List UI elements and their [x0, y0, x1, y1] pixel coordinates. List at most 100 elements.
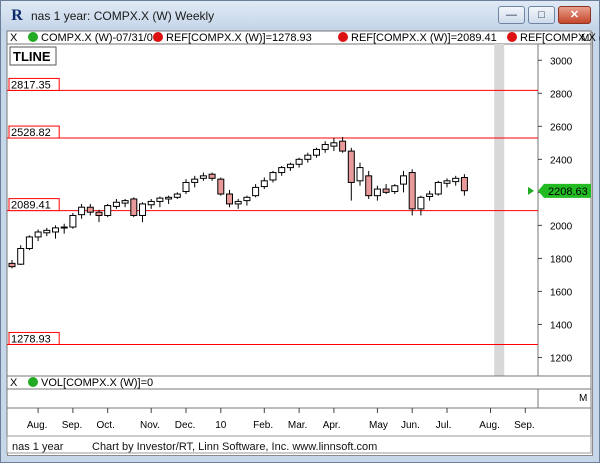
- x-tick-label: Aug.: [479, 420, 500, 431]
- volume-label: VOL[COMPX.X (W)]=0: [41, 377, 153, 389]
- footer-chart-name: nas 1 year: [12, 441, 64, 453]
- ref1-dot-icon: [153, 32, 163, 42]
- volume-close-icon[interactable]: X: [10, 377, 18, 389]
- candle-body: [260, 180, 268, 188]
- price-scale-mode[interactable]: M: [581, 33, 589, 44]
- candle-body: [173, 193, 181, 198]
- candle-body: [373, 188, 381, 197]
- reference-label: 2089.41: [11, 200, 51, 212]
- application-window: R nas 1 year: COMPX.X (W) Weekly — □ ✕ X…: [0, 0, 600, 463]
- candle-body: [313, 148, 320, 156]
- x-tick-label: Jul.: [436, 420, 452, 431]
- x-tick-label: Oct.: [97, 420, 115, 431]
- reference-label: 1278.93: [11, 333, 51, 345]
- price-pane[interactable]: [6, 43, 539, 377]
- y-tick-label: 2600: [550, 122, 573, 133]
- x-tick-label: May: [369, 420, 388, 431]
- x-tick-label: Dec.: [175, 420, 196, 431]
- candle-body: [286, 163, 294, 169]
- candle-body: [17, 248, 25, 265]
- candle-body: [78, 206, 86, 216]
- footer-credit: Chart by Investor/RT, Linn Software, Inc…: [92, 441, 378, 453]
- candle-body: [86, 206, 94, 213]
- header-close-icon[interactable]: X: [10, 32, 18, 44]
- y-tick-label: 2800: [550, 89, 573, 100]
- candle-body: [156, 197, 164, 202]
- current-price-value: 2208.63: [548, 186, 588, 198]
- x-tick-label: Apr.: [323, 420, 341, 431]
- x-tick-label: Feb.: [253, 420, 273, 431]
- candle-body: [452, 177, 460, 183]
- symbol-label: COMPX.X (W)-07/31/09: [41, 32, 159, 44]
- candle-body: [147, 200, 155, 206]
- reference-label: 2528.82: [11, 127, 51, 139]
- candle-body: [199, 175, 207, 179]
- candle-body: [8, 262, 16, 268]
- candle-body: [417, 196, 425, 210]
- candle-body: [269, 172, 277, 181]
- candle-body: [356, 167, 364, 182]
- candle-body: [95, 211, 103, 216]
- candle-body: [165, 196, 173, 200]
- candle-body: [330, 142, 338, 147]
- candle-body: [382, 188, 390, 193]
- candle-body: [52, 227, 59, 233]
- x-tick-label: Sep.: [62, 420, 83, 431]
- candle-body: [104, 205, 112, 216]
- ref2-label: REF[COMPX.X (W)]=2089.41: [351, 32, 497, 44]
- candle-body: [434, 181, 442, 195]
- candle-body: [365, 175, 373, 197]
- candle-body: [339, 140, 347, 152]
- candle-body: [408, 172, 416, 210]
- volume-scale-mode[interactable]: M: [579, 393, 587, 404]
- volume-dot-icon: [28, 377, 38, 387]
- y-tick-label: 1400: [550, 320, 573, 331]
- candle-body: [278, 167, 286, 174]
- candle-body: [295, 158, 303, 165]
- tline-label: TLINE: [13, 49, 51, 64]
- candle-body: [347, 150, 355, 183]
- x-tick-label: Mar.: [288, 420, 307, 431]
- x-tick-label: 10: [215, 420, 227, 431]
- candle-body: [321, 143, 329, 150]
- y-tick-label: 1600: [550, 287, 573, 298]
- candle-body: [139, 203, 146, 216]
- x-tick-label: Jun.: [401, 420, 420, 431]
- candle-body: [130, 198, 138, 216]
- ref2-dot-icon: [338, 32, 348, 42]
- ref3-dot-icon: [507, 32, 517, 42]
- chart-canvas[interactable]: X COMPX.X (W)-07/31/09 REF[COMPX.X (W)]=…: [0, 0, 600, 463]
- candle-body: [217, 178, 225, 195]
- candle-body: [182, 181, 190, 193]
- candle-body: [391, 185, 399, 193]
- candle-body: [112, 201, 120, 207]
- candle-body: [34, 231, 42, 238]
- x-tick-label: Nov.: [140, 420, 160, 431]
- candle-body: [234, 200, 242, 205]
- current-bar-highlight: [494, 44, 505, 376]
- candle-body: [191, 178, 199, 183]
- candle-body: [400, 175, 407, 185]
- ref1-label: REF[COMPX.X (W)]=1278.93: [166, 32, 312, 44]
- candle-body: [69, 214, 77, 228]
- candle-body: [43, 229, 51, 234]
- candle-body: [121, 200, 129, 204]
- x-tick-label: Aug.: [27, 420, 48, 431]
- footer: nas 1 year Chart by Investor/RT, Linn So…: [8, 439, 592, 455]
- y-tick-label: 1800: [550, 254, 573, 265]
- candle-body: [304, 154, 312, 160]
- y-tick-label: 2400: [550, 155, 573, 166]
- candle-body: [226, 193, 233, 205]
- current-price-tag: 2208.63: [538, 183, 591, 198]
- candle-body: [60, 226, 68, 229]
- reference-label: 2817.35: [11, 79, 51, 91]
- symbol-dot-icon: [28, 32, 38, 42]
- candle-body: [443, 180, 451, 184]
- candle-body: [243, 196, 251, 202]
- candle-body: [252, 186, 260, 197]
- y-tick-label: 1200: [550, 353, 573, 364]
- y-tick-label: 3000: [550, 56, 573, 67]
- candle-body: [460, 176, 468, 192]
- volume-pane[interactable]: [6, 388, 539, 409]
- candle-body: [25, 236, 33, 250]
